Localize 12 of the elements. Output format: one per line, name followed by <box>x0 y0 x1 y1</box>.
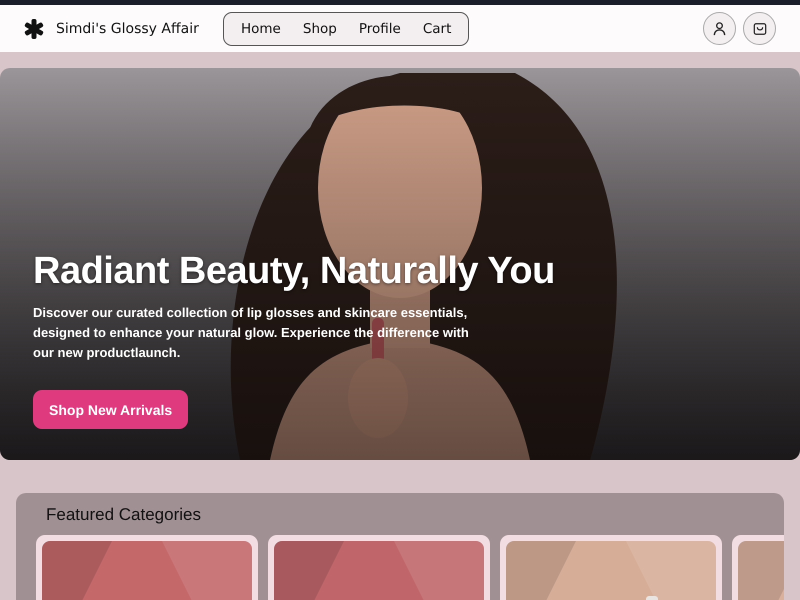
nav-link[interactable]: Cart <box>412 20 462 36</box>
shop-new-arrivals-button[interactable]: Shop New Arrivals <box>33 390 188 429</box>
bag-icon <box>752 22 766 36</box>
asterisk-logo-icon <box>24 18 44 38</box>
nav-link[interactable]: Profile <box>348 20 412 36</box>
section-heading: Featured Categories <box>46 505 202 525</box>
user-icon <box>712 21 727 36</box>
profile-button[interactable] <box>703 12 736 45</box>
cart-button[interactable] <box>743 12 776 45</box>
nav-link[interactable]: Home <box>230 20 292 36</box>
nav-link[interactable]: Shop <box>292 20 348 36</box>
brand-name: Simdi's Glossy Affair <box>56 20 199 36</box>
